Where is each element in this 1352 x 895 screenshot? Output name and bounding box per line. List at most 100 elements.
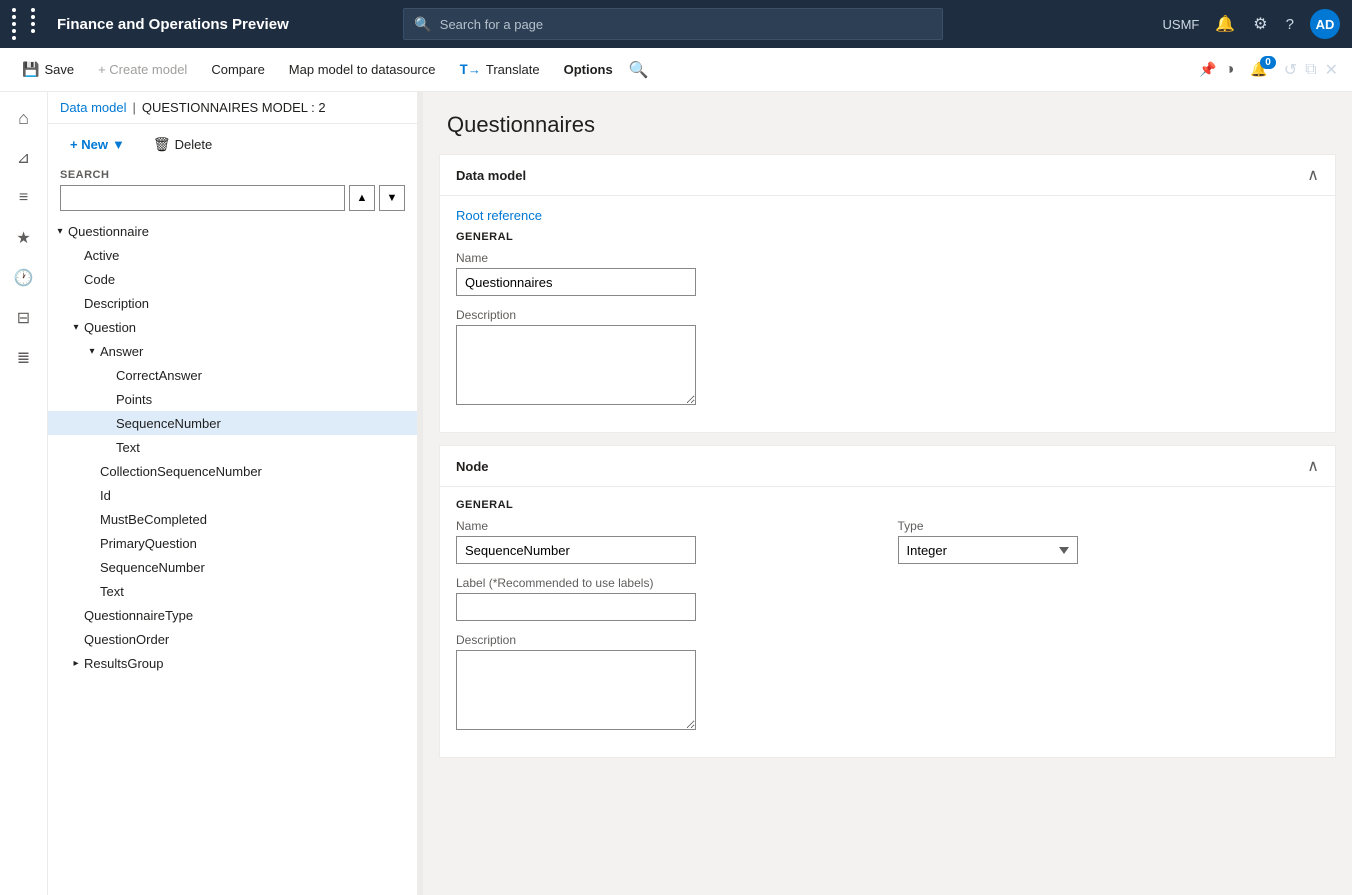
data-model-description-textarea[interactable] <box>456 325 696 405</box>
node-section-body: GENERAL Name Type Integer <box>440 487 1335 757</box>
search-label: SEARCH <box>60 169 405 181</box>
sidebar-clock-icon[interactable]: 🕐 <box>6 260 42 296</box>
sidebar-star-icon[interactable]: ★ <box>6 220 42 256</box>
search-up-btn[interactable]: ▲ <box>349 185 375 211</box>
tree-item-sequencenumber[interactable]: SequenceNumber <box>48 411 417 435</box>
pin-icon[interactable]: 📌 <box>1197 59 1218 80</box>
tree-item-active[interactable]: Active <box>48 243 417 267</box>
sidebar-icons: ⌂ ⊿ ≡ ★ 🕐 ⊟ ≣ <box>0 92 48 895</box>
tree-item-sequencenumber2[interactable]: SequenceNumber <box>48 555 417 579</box>
node-name-input[interactable] <box>456 536 696 564</box>
badge-count: 0 <box>1260 56 1276 69</box>
resize-handle[interactable] <box>418 92 423 895</box>
tree-toggle-resultsgroup[interactable]: ▸ <box>68 655 84 671</box>
data-model-name-input[interactable] <box>456 268 696 296</box>
new-window-icon[interactable]: ⧉ <box>1303 59 1318 81</box>
node-collapse-btn[interactable]: ∧ <box>1307 456 1319 476</box>
main-layout: ⌂ ⊿ ≡ ★ 🕐 ⊟ ≣ Data model | QUESTIONNAIRE… <box>0 92 1352 895</box>
save-icon: 💾 <box>22 61 39 78</box>
avatar[interactable]: AD <box>1310 9 1340 39</box>
data-model-description-group: Description <box>456 308 1319 408</box>
data-model-section: Data model ∧ Root reference GENERAL Name… <box>439 154 1336 433</box>
tree-item-resultsgroup[interactable]: ▸ResultsGroup <box>48 651 417 675</box>
delete-icon: 🗑 <box>153 136 171 153</box>
tree-item-code[interactable]: Code <box>48 267 417 291</box>
node-type-label: Type <box>898 519 1320 533</box>
tree-item-collectionsequencenumber[interactable]: CollectionSequenceNumber <box>48 459 417 483</box>
tree-item-questionnaire[interactable]: ▾Questionnaire <box>48 219 417 243</box>
breadcrumb-data-model[interactable]: Data model <box>60 100 126 115</box>
tree-item-primaryquestion[interactable]: PrimaryQuestion <box>48 531 417 555</box>
node-description-textarea[interactable] <box>456 650 696 730</box>
refresh-icon[interactable]: ↺ <box>1282 58 1299 82</box>
data-model-collapse-btn[interactable]: ∧ <box>1307 165 1319 185</box>
tree-item-questionnairetype[interactable]: QuestionnaireType <box>48 603 417 627</box>
root-reference-link[interactable]: Root reference <box>456 208 542 223</box>
cmd-right-section: 📌 ◑ 🔔 0 ↺ ⧉ ✕ <box>1197 54 1340 86</box>
app-grid-icon[interactable] <box>12 8 47 40</box>
map-model-button[interactable]: Map model to datasource <box>279 54 446 86</box>
badge-btn[interactable]: 🔔 0 <box>1240 54 1277 86</box>
close-icon[interactable]: ✕ <box>1323 58 1340 82</box>
tree-item-questionorder[interactable]: QuestionOrder <box>48 627 417 651</box>
top-navigation: Finance and Operations Preview 🔍 Search … <box>0 0 1352 48</box>
sidebar-home-icon[interactable]: ⌂ <box>6 100 42 136</box>
tree-label-questionnairetype: QuestionnaireType <box>84 608 193 623</box>
notification-bell[interactable]: 🔔 <box>1213 12 1237 36</box>
tree-label-code: Code <box>84 272 115 287</box>
tree-item-text-answer[interactable]: Text <box>48 435 417 459</box>
compare-button[interactable]: Compare <box>201 54 274 86</box>
node-section-header: Node ∧ <box>440 446 1335 487</box>
user-label: USMF <box>1163 17 1200 32</box>
sidebar-table-icon[interactable]: ⊟ <box>6 300 42 336</box>
tree-item-question[interactable]: ▾Question <box>48 315 417 339</box>
sidebar-filter-icon[interactable]: ⊿ <box>6 140 42 176</box>
save-button[interactable]: 💾 Save <box>12 54 84 86</box>
delete-label: Delete <box>175 137 213 152</box>
tree-label-answer: Answer <box>100 344 143 359</box>
search-cmd-icon[interactable]: 🔍 <box>627 58 651 82</box>
new-chevron-icon: ▼ <box>112 137 125 152</box>
options-label: Options <box>564 62 613 77</box>
tree-label-question: Question <box>84 320 136 335</box>
create-model-button[interactable]: + Create model <box>88 54 197 86</box>
sidebar-list-icon[interactable]: ≣ <box>6 340 42 376</box>
breadcrumb-separator: | <box>132 100 135 115</box>
tree-toggle-questionnaire[interactable]: ▾ <box>52 223 68 239</box>
search-down-btn[interactable]: ▼ <box>379 185 405 211</box>
node-label-label: Label (*Recommended to use labels) <box>456 576 1319 590</box>
breadcrumb-model-name: QUESTIONNAIRES MODEL : 2 <box>142 100 326 115</box>
translate-button[interactable]: 𝐓→ Translate <box>450 54 550 86</box>
node-name-label: Name <box>456 519 878 533</box>
tree-item-correctanswer[interactable]: CorrectAnswer <box>48 363 417 387</box>
sidebar-menu-icon[interactable]: ≡ <box>6 180 42 216</box>
tree-item-text-question[interactable]: Text <box>48 579 417 603</box>
tree-item-id[interactable]: Id <box>48 483 417 507</box>
data-model-section-header: Data model ∧ <box>440 155 1335 196</box>
data-model-section-label: Data model <box>456 168 526 183</box>
settings-gear[interactable]: ⚙ <box>1251 12 1269 36</box>
tree-item-points[interactable]: Points <box>48 387 417 411</box>
save-label: Save <box>44 62 74 77</box>
tree-item-description[interactable]: Description <box>48 291 417 315</box>
search-bar[interactable]: 🔍 Search for a page <box>403 8 943 40</box>
node-type-group: Type Integer String Boolean Real Int64 D… <box>898 519 1320 564</box>
node-left-col: Name <box>456 519 878 576</box>
node-label-group: Label (*Recommended to use labels) <box>456 576 1319 621</box>
options-button[interactable]: Options <box>554 54 623 86</box>
node-type-select[interactable]: Integer String Boolean Real Int64 Date D… <box>898 536 1078 564</box>
delete-button[interactable]: 🗑 Delete <box>143 132 222 157</box>
node-description-label: Description <box>456 633 1319 647</box>
search-input[interactable] <box>60 185 345 211</box>
tree-toggle-question[interactable]: ▾ <box>68 319 84 335</box>
new-button[interactable]: + New ▼ <box>60 133 135 156</box>
tree-item-mustbecompleted[interactable]: MustBeCompleted <box>48 507 417 531</box>
dark-mode-icon[interactable]: ◑ <box>1223 59 1237 81</box>
help-button[interactable]: ? <box>1284 14 1296 35</box>
tree-label-sequencenumber2: SequenceNumber <box>100 560 205 575</box>
map-model-label: Map model to datasource <box>289 62 436 77</box>
tree-item-answer[interactable]: ▾Answer <box>48 339 417 363</box>
node-label-input[interactable] <box>456 593 696 621</box>
tree-toggle-answer[interactable]: ▾ <box>84 343 100 359</box>
tree-label-resultsgroup: ResultsGroup <box>84 656 163 671</box>
